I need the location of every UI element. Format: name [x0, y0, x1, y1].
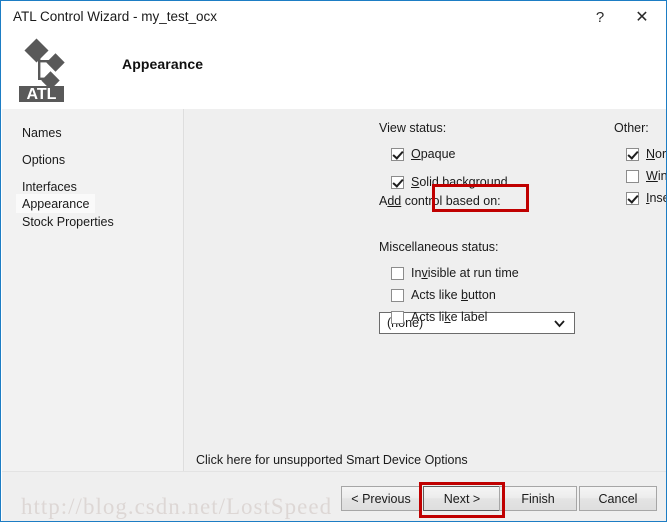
- checkbox-box-icon: [391, 266, 404, 280]
- sidebar-item-stock-properties[interactable]: Stock Properties: [16, 212, 120, 231]
- checkbox-normalized-dc[interactable]: Normalized DC: [626, 145, 667, 163]
- checkbox-box-icon: [391, 175, 404, 189]
- checkbox-box-icon: [626, 147, 639, 161]
- atl-logo-icon: ATL: [19, 38, 65, 102]
- checkbox-acts-like-button[interactable]: Acts like button: [391, 286, 496, 304]
- title-bar: ATL Control Wizard - my_test_ocx ? ✕: [2, 2, 666, 32]
- close-button[interactable]: ✕: [624, 4, 660, 32]
- sidebar-item-appearance[interactable]: Appearance: [16, 194, 96, 213]
- atl-logo-text: ATL: [27, 86, 57, 102]
- misc-status-label: Miscellaneous status:: [379, 240, 499, 254]
- atl-control-wizard-window: ATL Control Wizard - my_test_ocx ? ✕ ATL…: [0, 0, 667, 522]
- next-button[interactable]: Next >: [423, 486, 501, 511]
- checkbox-box-icon: [626, 169, 639, 183]
- help-button[interactable]: ?: [582, 4, 618, 32]
- checkbox-label: Normalized DC: [646, 147, 667, 161]
- add-control-label: Add control based on:: [379, 194, 501, 208]
- checkbox-box-icon: [391, 147, 404, 161]
- close-icon: ✕: [635, 9, 649, 26]
- checkbox-windowed-only[interactable]: Windowed only: [626, 167, 667, 185]
- page-title: Appearance: [122, 56, 204, 72]
- window-title: ATL Control Wizard - my_test_ocx: [13, 9, 218, 24]
- checkbox-label: Acts like button: [411, 288, 496, 302]
- wizard-body: Names Options Interfaces Appearance Stoc…: [2, 109, 667, 471]
- checkbox-label: Solid background: [411, 175, 508, 189]
- cancel-button[interactable]: Cancel: [579, 486, 657, 511]
- checkbox-label: Insertable: [646, 191, 666, 205]
- checkbox-box-icon: [626, 191, 639, 205]
- checkbox-label: Opaque: [411, 147, 456, 161]
- checkbox-box-icon: [391, 288, 404, 302]
- sidebar-item-label: Appearance: [22, 196, 90, 211]
- finish-button[interactable]: Finish: [499, 486, 577, 511]
- checkbox-acts-like-label[interactable]: Acts like label: [391, 308, 487, 326]
- sidebar-item-label: Interfaces: [22, 179, 77, 194]
- checkbox-insertable[interactable]: Insertable: [626, 189, 666, 207]
- view-status-label: View status:: [379, 121, 447, 135]
- question-mark-icon: ?: [595, 9, 605, 26]
- checkbox-invisible-at-run-time[interactable]: Invisible at run time: [391, 264, 519, 282]
- wizard-sidebar: Names Options Interfaces Appearance Stoc…: [2, 109, 184, 471]
- sidebar-item-label: Options: [22, 152, 66, 167]
- previous-button[interactable]: < Previous: [341, 486, 421, 511]
- checkbox-opaque[interactable]: Opaque: [391, 145, 456, 163]
- smart-device-options-text: Click here for unsupported Smart Device …: [196, 453, 468, 467]
- sidebar-item-label: Stock Properties: [22, 214, 114, 229]
- checkbox-box-icon: [391, 310, 404, 324]
- sidebar-item-names[interactable]: Names: [16, 123, 68, 142]
- other-label: Other:: [614, 121, 649, 135]
- checkbox-label: Windowed only: [646, 169, 667, 183]
- wizard-content-panel: View status: Opaque Solid background Add…: [185, 109, 667, 471]
- checkbox-solid-background[interactable]: Solid background: [391, 173, 508, 191]
- checkbox-label: Acts like label: [411, 310, 488, 324]
- sidebar-item-label: Names: [22, 125, 62, 140]
- chevron-down-icon: [554, 320, 565, 328]
- checkbox-label: Invisible at run time: [411, 266, 519, 280]
- sidebar-item-options[interactable]: Options: [16, 150, 71, 169]
- wizard-header: ATL Appearance: [2, 32, 666, 109]
